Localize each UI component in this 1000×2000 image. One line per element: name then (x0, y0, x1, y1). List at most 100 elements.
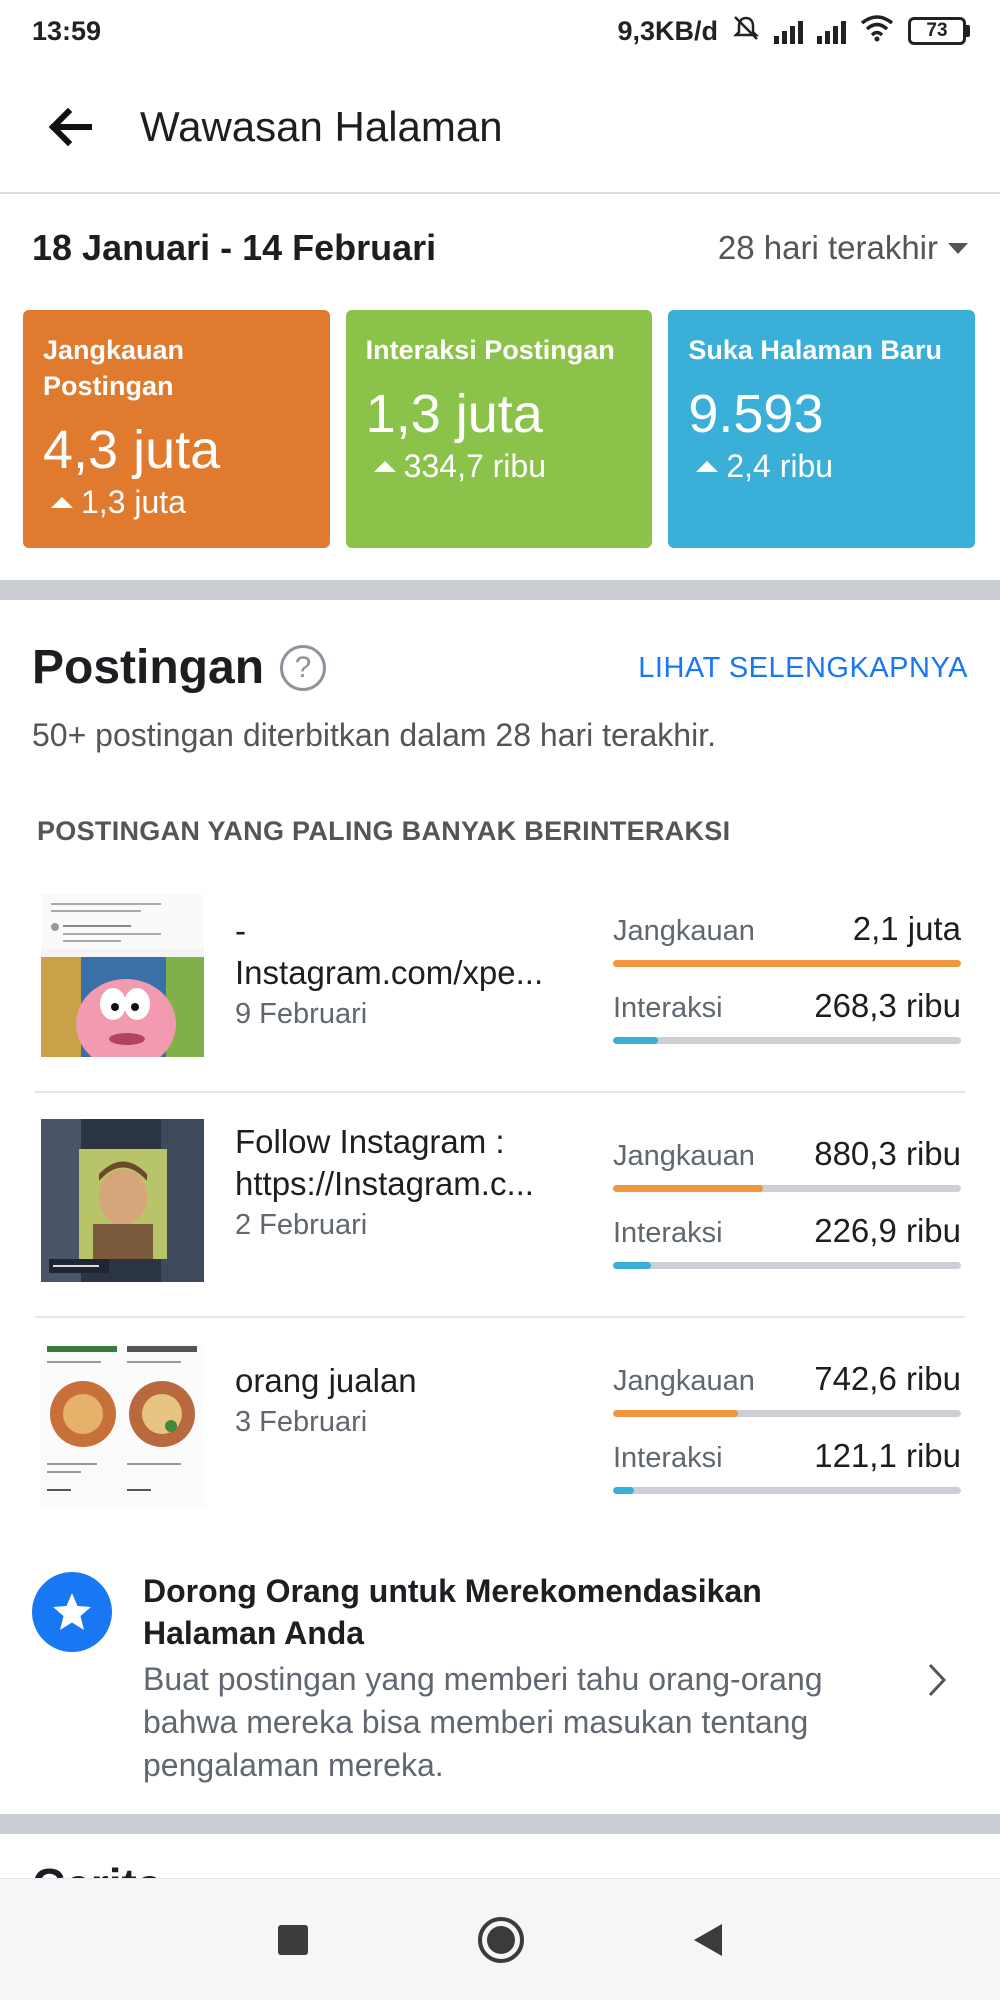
battery-level: 73 (908, 17, 966, 45)
reach-label: Jangkauan (613, 1140, 755, 1172)
section-title-text: Postingan (32, 641, 265, 694)
card-post-reach[interactable]: Jangkauan Postingan 4,3 juta 1,3 juta (23, 310, 330, 548)
post-thumbnail (41, 1344, 204, 1507)
card-delta-value: 334,7 ribu (403, 448, 546, 484)
card-label: Suka Halaman Baru (688, 335, 942, 365)
arrow-up-icon (696, 461, 719, 472)
signal-icon (774, 18, 803, 44)
post-title-line2: Instagram.com/xpe... (235, 954, 544, 991)
card-new-page-likes[interactable]: Suka Halaman Baru 9.593 2,4 ribu (668, 310, 976, 548)
post-date: 2 Februari (235, 1209, 368, 1241)
interaction-label: Interaksi (613, 1442, 723, 1474)
date-row: 18 Januari - 14 Februari 28 hari terakhi… (0, 196, 1000, 300)
interaction-bar-fill (613, 1037, 659, 1044)
help-icon[interactable]: ? (280, 644, 327, 691)
card-delta: 1,3 juta (43, 484, 310, 521)
reach-bar (613, 960, 961, 967)
recents-button[interactable] (278, 1924, 308, 1955)
interaction-value: 226,9 ribu (814, 1212, 961, 1249)
card-post-engagement[interactable]: Interaksi Postingan 1,3 juta 334,7 ribu (345, 310, 653, 548)
post-title-line1: Follow Instagram : (235, 1123, 505, 1160)
card-value: 1,3 juta (365, 384, 543, 444)
chevron-right-icon[interactable] (922, 1660, 952, 1700)
period-dropdown[interactable]: 28 hari terakhir (718, 229, 968, 267)
recommend-title: Dorong Orang untuk Merekomendasikan Hala… (143, 1573, 762, 1651)
section-divider (0, 580, 1000, 600)
arrow-left-icon (48, 107, 92, 147)
section-title: Postingan ? (32, 640, 327, 695)
recommend-body: Buat postingan yang memberi tahu orang-o… (143, 1661, 823, 1783)
list-divider (35, 1316, 965, 1318)
interaction-value: 121,1 ribu (814, 1437, 961, 1474)
reach-bar (613, 1410, 961, 1417)
list-divider (35, 1091, 965, 1093)
recommend-card[interactable]: Dorong Orang untuk Merekomendasikan Hala… (0, 1560, 1000, 1790)
post-metrics: Jangkauan 2,1 juta Interaksi 268,3 ribu (613, 910, 961, 1064)
back-nav-button[interactable] (694, 1923, 722, 1956)
reach-bar-fill (613, 1185, 763, 1192)
battery-icon: 73 (908, 17, 970, 45)
post-metrics: Jangkauan 880,3 ribu Interaksi 226,9 ribu (613, 1135, 961, 1289)
interaction-value: 268,3 ribu (814, 987, 961, 1024)
post-date: 3 Februari (235, 1406, 368, 1438)
list-header: POSTINGAN YANG PALING BANYAK BERINTERAKS… (37, 816, 731, 846)
section-subtitle: 50+ postingan diterbitkan dalam 28 hari … (32, 717, 716, 753)
post-text: - Instagram.com/xpe... 9 Februari (235, 910, 575, 1031)
reach-bar-fill (613, 1410, 739, 1417)
interaction-bar (613, 1037, 961, 1044)
page-title: Wawasan Halaman (140, 103, 503, 150)
post-thumbnail (41, 1119, 204, 1282)
signal-icon-2 (817, 18, 846, 44)
post-title-line2: orang jualan (235, 1362, 417, 1399)
section-divider (0, 1814, 1000, 1834)
post-text: orang jualan 3 Februari (235, 1360, 575, 1439)
post-thumbnail (41, 894, 204, 1057)
reach-label: Jangkauan (613, 1365, 755, 1397)
interaction-bar-fill (613, 1487, 634, 1494)
card-delta-value: 2,4 ribu (726, 448, 834, 484)
card-label: Jangkauan Postingan (43, 335, 185, 401)
card-delta-value: 1,3 juta (81, 484, 186, 520)
back-button[interactable] (0, 61, 140, 193)
list-item[interactable]: Follow Instagram : https://Instagram.c..… (35, 1105, 965, 1307)
card-delta: 2,4 ribu (688, 448, 955, 485)
card-label: Interaksi Postingan (365, 335, 615, 365)
network-speed: 9,3KB/d (617, 15, 718, 46)
status-bar: 13:59 9,3KB/d 73 (0, 0, 1000, 62)
wifi-icon (860, 14, 894, 49)
caret-down-icon (948, 242, 968, 254)
arrow-up-icon (51, 497, 73, 508)
post-title-line2: https://Instagram.c... (235, 1165, 534, 1202)
mute-icon (732, 14, 760, 49)
date-range: 18 Januari - 14 Februari (32, 227, 437, 268)
arrow-up-icon (373, 461, 396, 472)
list-item[interactable]: - Instagram.com/xpe... 9 Februari Jangka… (35, 880, 965, 1082)
interaction-bar (613, 1262, 961, 1269)
reach-value: 742,6 ribu (814, 1360, 961, 1397)
interaction-bar (613, 1487, 961, 1494)
star-icon (32, 1572, 112, 1652)
interaction-label: Interaksi (613, 1217, 723, 1249)
reach-value: 2,1 juta (852, 910, 961, 947)
list-item[interactable]: orang jualan 3 Februari Jangkauan 742,6 r… (35, 1330, 965, 1532)
card-value: 9.593 (688, 384, 824, 444)
home-button[interactable] (478, 1916, 524, 1963)
app-header: Wawasan Halaman (0, 62, 1000, 194)
status-icons: 9,3KB/d 73 (617, 14, 970, 49)
post-title-line1: - (235, 912, 246, 949)
see-all-link[interactable]: LIHAT SELENGKAPNYA (638, 652, 968, 685)
reach-label: Jangkauan (613, 915, 755, 947)
reach-bar-fill (613, 960, 961, 967)
card-delta: 334,7 ribu (366, 448, 633, 485)
next-section-title-partial: Cerita (32, 1862, 162, 1878)
post-metrics: Jangkauan 742,6 ribu Interaksi 121,1 ribu (613, 1360, 961, 1514)
summary-cards: Jangkauan Postingan 4,3 juta 1,3 juta In… (23, 310, 976, 548)
interaction-bar-fill (613, 1262, 652, 1269)
post-text: Follow Instagram : https://Instagram.c..… (235, 1121, 575, 1242)
period-label: 28 hari terakhir (717, 229, 938, 266)
reach-value: 880,3 ribu (814, 1135, 961, 1172)
card-value: 4,3 juta (43, 420, 221, 480)
reach-bar (613, 1185, 961, 1192)
post-date: 9 Februari (235, 998, 368, 1030)
interaction-label: Interaksi (613, 992, 723, 1024)
